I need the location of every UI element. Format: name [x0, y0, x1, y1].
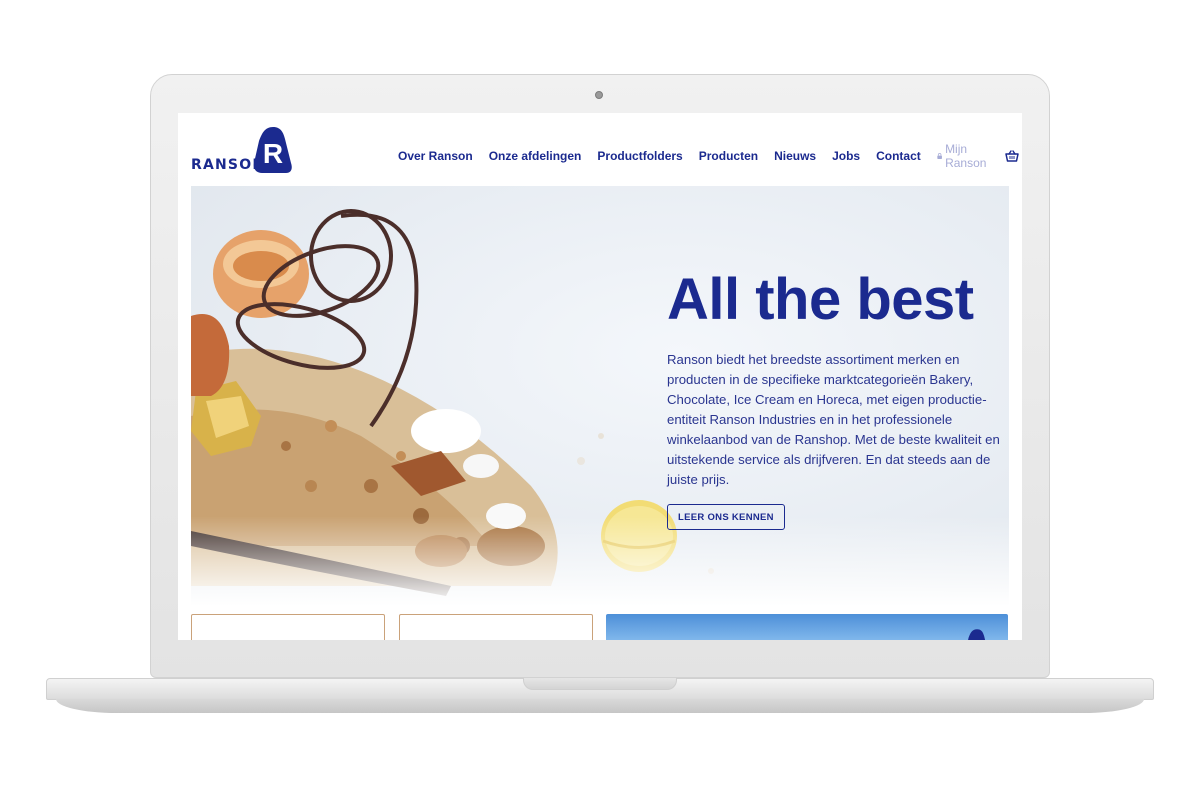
nav-producten[interactable]: Producten	[699, 149, 758, 163]
nav-nieuws[interactable]: Nieuws	[774, 149, 816, 163]
hero-banner: All the best Ranson biedt het breedste a…	[191, 186, 1009, 606]
main-nav: Over Ranson Onze afdelingen Productfolde…	[398, 142, 1022, 170]
nav-account-label: Mijn Ranson	[945, 142, 987, 170]
webcam	[595, 91, 603, 99]
site-header: RANSON R Over Ranson Onze afdelingen Pro…	[178, 113, 1022, 185]
basket-icon	[1005, 150, 1019, 162]
nav-jobs[interactable]: Jobs	[832, 149, 860, 163]
nav-contact[interactable]: Contact	[876, 149, 921, 163]
feature-card-1[interactable]	[191, 614, 385, 640]
ranson-logo[interactable]: RANSON R	[191, 125, 301, 175]
nav-onze-afdelingen[interactable]: Onze afdelingen	[489, 149, 582, 163]
logo-r-mark-icon	[968, 629, 986, 640]
lock-icon	[937, 153, 942, 159]
logo-r-mark-icon: R	[253, 127, 292, 173]
laptop-notch	[523, 678, 677, 690]
hero-fade	[191, 516, 1009, 606]
feature-card-banner[interactable]	[606, 614, 1008, 640]
hero-title: All the best	[667, 267, 974, 332]
cart-button[interactable]	[1005, 150, 1019, 162]
hero-text: Ranson biedt het breedste assortiment me…	[667, 352, 1000, 487]
feature-card-2[interactable]	[399, 614, 593, 640]
nav-mijn-ranson[interactable]: Mijn Ranson	[937, 142, 989, 170]
nav-productfolders[interactable]: Productfolders	[597, 149, 682, 163]
laptop-screen: RANSON R Over Ranson Onze afdelingen Pro…	[178, 113, 1022, 640]
logo-mark-letter: R	[263, 138, 283, 169]
nav-over-ranson[interactable]: Over Ranson	[398, 149, 473, 163]
laptop-base-shadow	[56, 699, 1144, 713]
leer-ons-kennen-button[interactable]: LEER ONS KENNEN	[667, 504, 785, 530]
